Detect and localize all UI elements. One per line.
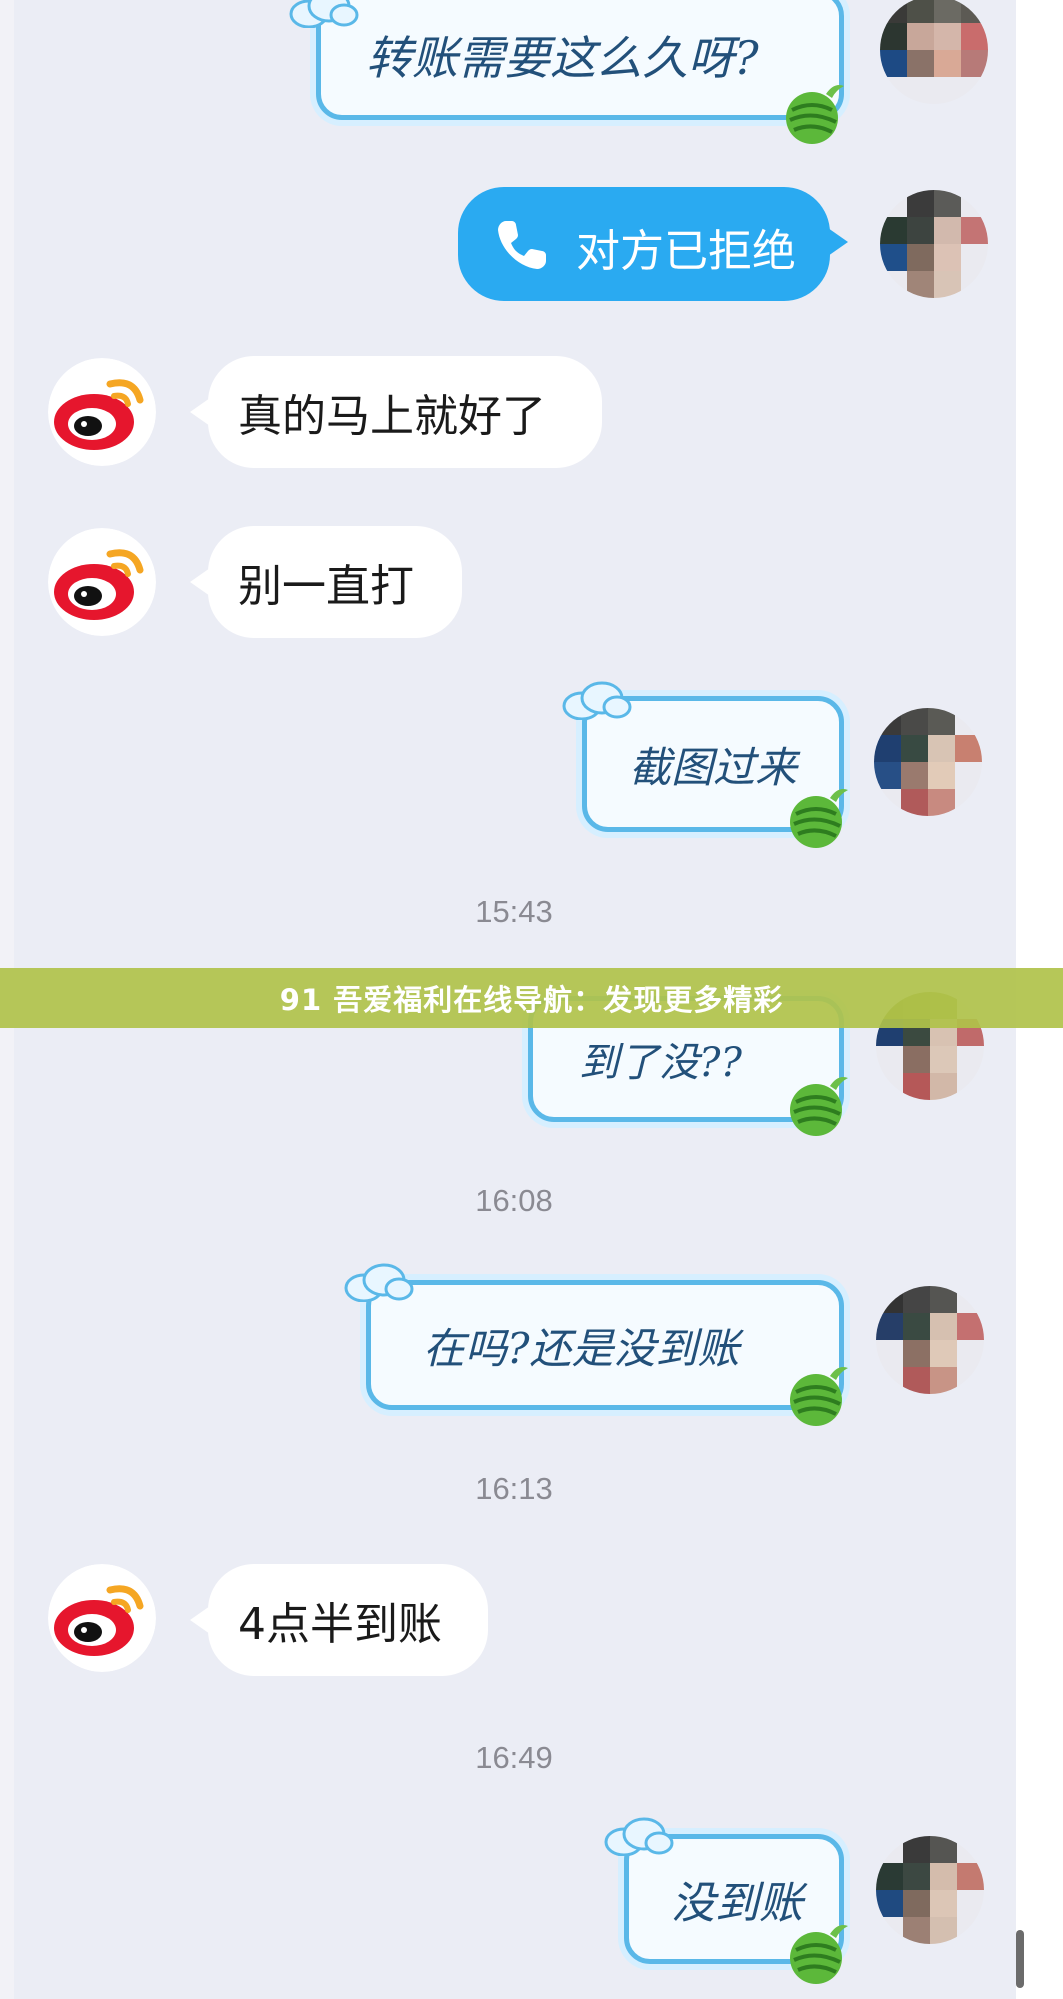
timestamp: 16:49	[475, 1740, 553, 1775]
sticker-text: 转账需要这么久呀?	[366, 31, 759, 85]
cloud-icon	[344, 1263, 414, 1302]
watermelon-icon	[790, 1367, 848, 1426]
sticker-message[interactable]: 转账需要这么久呀?	[316, 0, 844, 120]
phone-icon	[498, 221, 546, 269]
call-status-text: 对方已拒绝	[576, 226, 796, 277]
contact-avatar[interactable]	[876, 1286, 984, 1394]
message-text: 4点半到账	[238, 1599, 442, 1650]
bubble-tail	[190, 398, 210, 426]
weibo-avatar[interactable]	[48, 358, 156, 466]
watermelon-icon	[786, 85, 844, 144]
sticker-text: 到了没??	[579, 1040, 742, 1086]
banner-text: 91 吾爱福利在线导航：发现更多精彩	[279, 983, 784, 1017]
sticker-text: 截图过来	[629, 742, 798, 792]
contact-avatar[interactable]	[876, 1836, 984, 1944]
sticker-message[interactable]: 在吗?还是没到账	[366, 1280, 844, 1410]
contact-avatar[interactable]	[880, 190, 988, 298]
sticker-text: 在吗?还是没到账	[423, 1323, 740, 1373]
weibo-logo-icon	[48, 528, 156, 636]
watermark-banner: 91 吾爱福利在线导航：发现更多精彩	[0, 968, 1063, 1028]
bubble-tail	[190, 568, 210, 596]
cloud-icon	[562, 681, 632, 720]
message-bubble[interactable]: 别一直打	[208, 526, 462, 638]
call-declined-bubble[interactable]: 对方已拒绝	[458, 187, 830, 301]
weibo-avatar[interactable]	[48, 1564, 156, 1672]
cloud-icon	[289, 0, 359, 28]
weibo-logo-icon	[48, 358, 156, 466]
bubble-tail	[828, 228, 848, 256]
watermelon-icon	[790, 1077, 848, 1136]
scrollbar[interactable]	[1016, 1930, 1024, 1988]
weibo-logo-icon	[48, 1564, 156, 1672]
chat-screen: 转账需要这么久呀? 对方已拒绝 真的马上就好了 别一直打 截图过来 15:43 …	[0, 0, 1063, 1999]
message-bubble[interactable]: 4点半到账	[208, 1564, 488, 1676]
cloud-icon	[604, 1817, 674, 1856]
bubble-tail	[190, 1606, 210, 1634]
weibo-avatar[interactable]	[48, 528, 156, 636]
timestamp: 16:13	[475, 1471, 553, 1506]
watermelon-icon	[790, 789, 848, 848]
timestamp: 15:43	[475, 894, 553, 929]
message-text: 别一直打	[238, 561, 414, 612]
message-text: 真的马上就好了	[238, 391, 546, 442]
watermelon-icon	[790, 1925, 848, 1984]
timestamp: 16:08	[475, 1183, 553, 1218]
contact-avatar[interactable]	[874, 708, 982, 816]
contact-avatar[interactable]	[880, 0, 988, 104]
message-bubble[interactable]: 真的马上就好了	[208, 356, 602, 468]
